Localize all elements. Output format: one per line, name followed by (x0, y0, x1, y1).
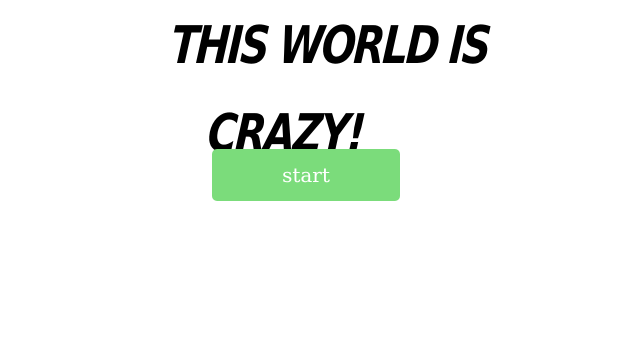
start-button[interactable]: start (212, 149, 400, 201)
game-start-screen: THIS WORLD IS CRAZY! start (0, 0, 640, 360)
game-title-line-1: THIS WORLD IS (168, 16, 492, 76)
